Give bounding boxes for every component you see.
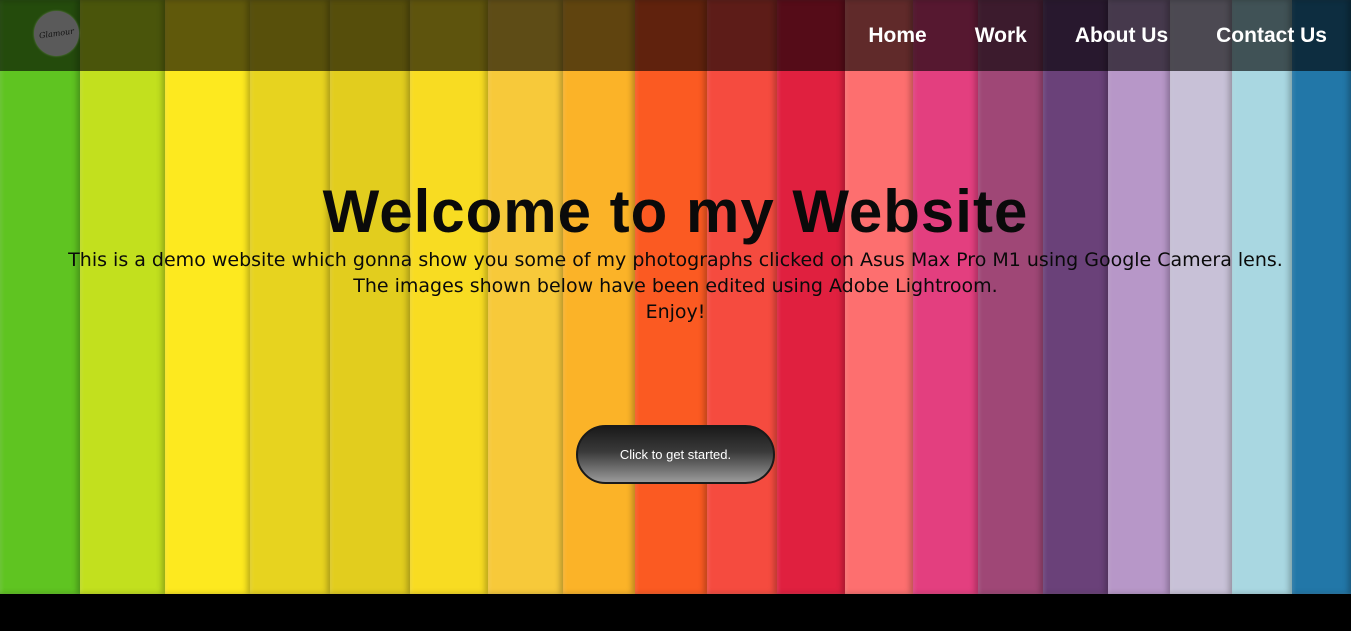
nav-item-about-us[interactable]: About Us <box>1075 24 1168 48</box>
intro-line: The images shown below have been edited … <box>353 275 998 297</box>
navbar: Glamour Home Work About Us Contact Us <box>0 0 1351 71</box>
nav-item-contact-us[interactable]: Contact Us <box>1216 24 1327 48</box>
hero-section: Glamour Home Work About Us Contact Us We… <box>0 0 1351 594</box>
logo-text: Glamour <box>38 26 75 41</box>
nav-links: Home Work About Us Contact Us <box>868 0 1327 71</box>
intro-line: This is a demo website which gonna show … <box>68 249 1283 271</box>
intro-text: This is a demo website which gonna show … <box>0 247 1351 325</box>
brand-logo[interactable]: Glamour <box>34 11 79 56</box>
intro-line: Enjoy! <box>645 301 706 323</box>
page-bottom-bar <box>0 594 1351 631</box>
nav-item-home[interactable]: Home <box>868 24 926 48</box>
nav-item-work[interactable]: Work <box>975 24 1027 48</box>
page-title: Welcome to my Website <box>322 178 1029 245</box>
get-started-button[interactable]: Click to get started. <box>576 425 775 484</box>
